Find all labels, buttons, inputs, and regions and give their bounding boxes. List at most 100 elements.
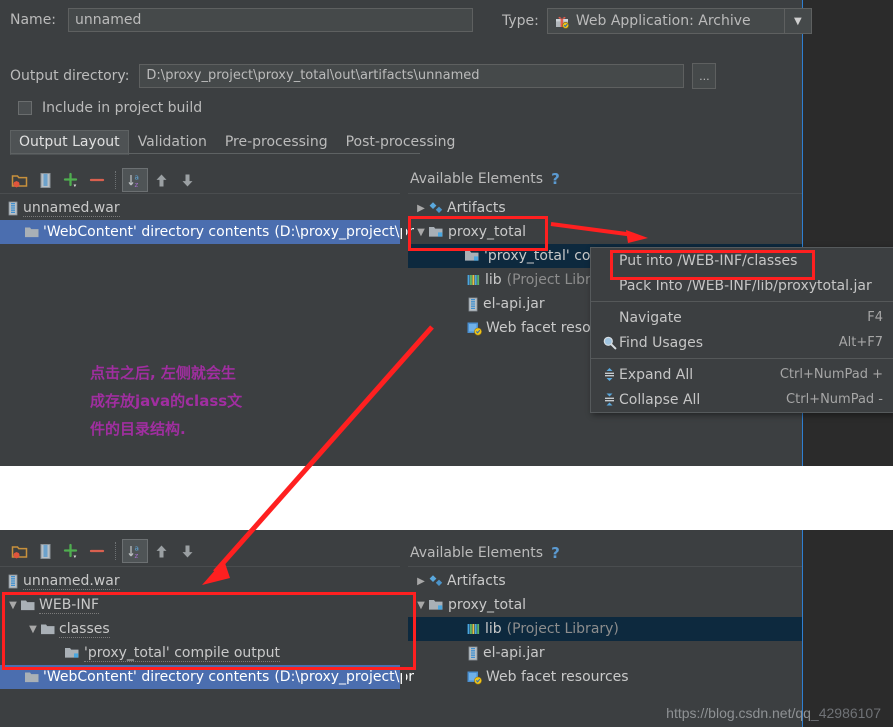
type-combobox[interactable]: Web Application: Archive ▼ bbox=[546, 8, 812, 34]
help-icon[interactable]: ? bbox=[551, 170, 560, 188]
include-in-project-build-checkbox[interactable] bbox=[18, 101, 32, 115]
archive-icon bbox=[6, 201, 20, 216]
watermark-url: https://blog.csdn.net/qq bbox=[666, 705, 811, 721]
chevron-down-icon[interactable]: ▼ bbox=[414, 600, 428, 611]
artifacts-icon bbox=[428, 574, 444, 588]
collapse-all-icon bbox=[599, 392, 619, 407]
menu-item-label: Navigate bbox=[619, 309, 682, 326]
jar-icon bbox=[466, 297, 480, 312]
menu-separator bbox=[591, 301, 893, 302]
annotation-note-line1: 点击之后, 左侧就会生 bbox=[90, 364, 236, 382]
tree-row[interactable]: 'WebContent' directory contents (D:\prox… bbox=[0, 665, 414, 689]
chevron-down-icon[interactable]: ▼ bbox=[26, 624, 40, 635]
add-archive-icon[interactable] bbox=[32, 168, 58, 192]
chevron-right-icon[interactable]: ▶ bbox=[414, 203, 428, 214]
browse-directory-button[interactable]: ... bbox=[692, 63, 717, 89]
name-input[interactable]: unnamed bbox=[68, 8, 474, 32]
add-icon[interactable] bbox=[58, 539, 84, 563]
menu-item-put-into-web-inf-classes[interactable]: Put into /WEB-INF/classes bbox=[591, 248, 893, 273]
tree-row[interactable]: ▼ classes bbox=[0, 617, 400, 641]
archive-icon bbox=[6, 574, 20, 589]
menu-item-navigate[interactable]: Navigate F4 bbox=[591, 305, 893, 330]
include-in-project-build-row[interactable]: Include in project build bbox=[18, 100, 202, 116]
module-icon bbox=[64, 646, 81, 660]
tree-row[interactable]: ▶ Artifacts bbox=[408, 569, 802, 593]
tree-row[interactable]: 'proxy_total' compile output bbox=[0, 641, 400, 665]
tab-pre-processing[interactable]: Pre-processing bbox=[216, 130, 337, 155]
folder-icon bbox=[20, 598, 36, 612]
menu-item-pack-into-web-inf-lib[interactable]: Pack Into /WEB-INF/lib/proxytotal.jar bbox=[591, 273, 893, 298]
move-up-icon[interactable] bbox=[148, 539, 174, 563]
output-layout-tree-top[interactable]: unnamed.war 'WebContent' directory conte… bbox=[0, 196, 414, 244]
name-row: Name: unnamed bbox=[10, 8, 474, 32]
tree-row[interactable]: ▼ WEB-INF bbox=[0, 593, 400, 617]
menu-item-label: Pack Into /WEB-INF/lib/proxytotal.jar bbox=[619, 277, 872, 294]
tree-row[interactable]: Web facet resources bbox=[408, 665, 802, 689]
add-archive-icon[interactable] bbox=[32, 539, 58, 563]
tree-row[interactable]: ▼ proxy_total bbox=[408, 593, 802, 617]
menu-item-expand-all[interactable]: Expand All Ctrl+NumPad + bbox=[591, 362, 893, 387]
help-icon[interactable]: ? bbox=[551, 544, 560, 562]
add-directory-icon[interactable] bbox=[6, 539, 32, 563]
move-up-icon[interactable] bbox=[148, 168, 174, 192]
menu-item-label: Expand All bbox=[619, 366, 694, 383]
chevron-down-icon[interactable]: ▼ bbox=[414, 227, 428, 238]
chevron-right-icon[interactable]: ▶ bbox=[414, 576, 428, 587]
output-layout-tree-bottom[interactable]: unnamed.war ▼ WEB-INF ▼ classes 'proxy_t… bbox=[0, 569, 414, 689]
tree-splitter-top[interactable] bbox=[402, 165, 406, 465]
chevron-down-icon[interactable]: ▼ bbox=[6, 600, 20, 611]
tab-output-layout[interactable]: Output Layout bbox=[10, 130, 129, 155]
menu-item-find-usages[interactable]: Find Usages Alt+F7 bbox=[591, 330, 893, 355]
tree-row[interactable]: el-api.jar bbox=[408, 641, 802, 665]
tree-row-detail: (Project Libr bbox=[506, 272, 591, 288]
module-icon bbox=[428, 225, 445, 239]
add-directory-icon[interactable] bbox=[6, 168, 32, 192]
tree-row-label: 'WebContent' directory contents bbox=[43, 669, 270, 685]
menu-item-shortcut: F4 bbox=[867, 310, 883, 325]
remove-icon[interactable] bbox=[84, 539, 110, 563]
available-elements-tree-bottom[interactable]: ▶ Artifacts ▼ proxy_total lib (Project L… bbox=[408, 569, 802, 689]
tree-row-label: 'proxy_total' co bbox=[484, 248, 591, 264]
web-facet-icon bbox=[466, 670, 483, 685]
output-directory-input[interactable]: D:\proxy_project\proxy_total\out\artifac… bbox=[139, 64, 685, 88]
toolbar-divider-left bbox=[0, 566, 400, 567]
context-menu[interactable]: Put into /WEB-INF/classes Pack Into /WEB… bbox=[590, 247, 893, 413]
folder-icon bbox=[40, 622, 56, 636]
output-directory-row: Output directory: D:\proxy_project\proxy… bbox=[10, 63, 717, 89]
add-icon[interactable] bbox=[58, 168, 84, 192]
tree-row[interactable]: 'WebContent' directory contents (D:\prox… bbox=[0, 220, 414, 244]
menu-item-collapse-all[interactable]: Collapse All Ctrl+NumPad - bbox=[591, 387, 893, 412]
toolbar-separator bbox=[115, 171, 117, 189]
tree-row[interactable]: ▼ proxy_total bbox=[408, 220, 802, 244]
tree-splitter-bottom[interactable] bbox=[402, 530, 406, 727]
tree-row-detail: (Project Library) bbox=[506, 621, 619, 637]
bottom-right-backdrop bbox=[803, 530, 893, 727]
module-icon bbox=[464, 249, 481, 263]
tree-row[interactable]: lib (Project Library) bbox=[408, 617, 802, 641]
move-down-icon[interactable] bbox=[174, 539, 200, 563]
tree-row-label: unnamed.war bbox=[23, 572, 120, 590]
toolbar-separator bbox=[115, 542, 117, 560]
sort-alphabetically-icon[interactable]: a z bbox=[122, 168, 148, 192]
tree-row-label: 'proxy_total' compile output bbox=[84, 644, 281, 662]
tree-row-detail: (D:\proxy_project\pr bbox=[274, 669, 414, 685]
type-label: Type: bbox=[502, 13, 539, 29]
annotation-note-line2: 成存放java的class文 bbox=[90, 392, 243, 410]
tab-post-processing[interactable]: Post-processing bbox=[337, 130, 465, 155]
sort-alphabetically-icon[interactable]: a z bbox=[122, 539, 148, 563]
output-layout-toolbar-bottom: a z bbox=[6, 538, 200, 564]
tree-row-label: lib bbox=[485, 272, 502, 288]
chevron-down-icon[interactable]: ▼ bbox=[783, 9, 811, 33]
tree-row[interactable]: unnamed.war bbox=[0, 569, 400, 593]
tree-row[interactable]: unnamed.war bbox=[0, 196, 400, 220]
library-icon bbox=[466, 622, 482, 636]
tree-row[interactable]: ▶ Artifacts bbox=[408, 196, 802, 220]
tree-row-label: el-api.jar bbox=[483, 296, 545, 312]
tab-validation[interactable]: Validation bbox=[129, 130, 216, 155]
menu-item-label: Collapse All bbox=[619, 391, 701, 408]
move-down-icon[interactable] bbox=[174, 168, 200, 192]
remove-icon[interactable] bbox=[84, 168, 110, 192]
menu-item-shortcut: Ctrl+NumPad - bbox=[786, 392, 883, 407]
module-icon bbox=[428, 598, 445, 612]
folder-icon bbox=[24, 225, 40, 239]
